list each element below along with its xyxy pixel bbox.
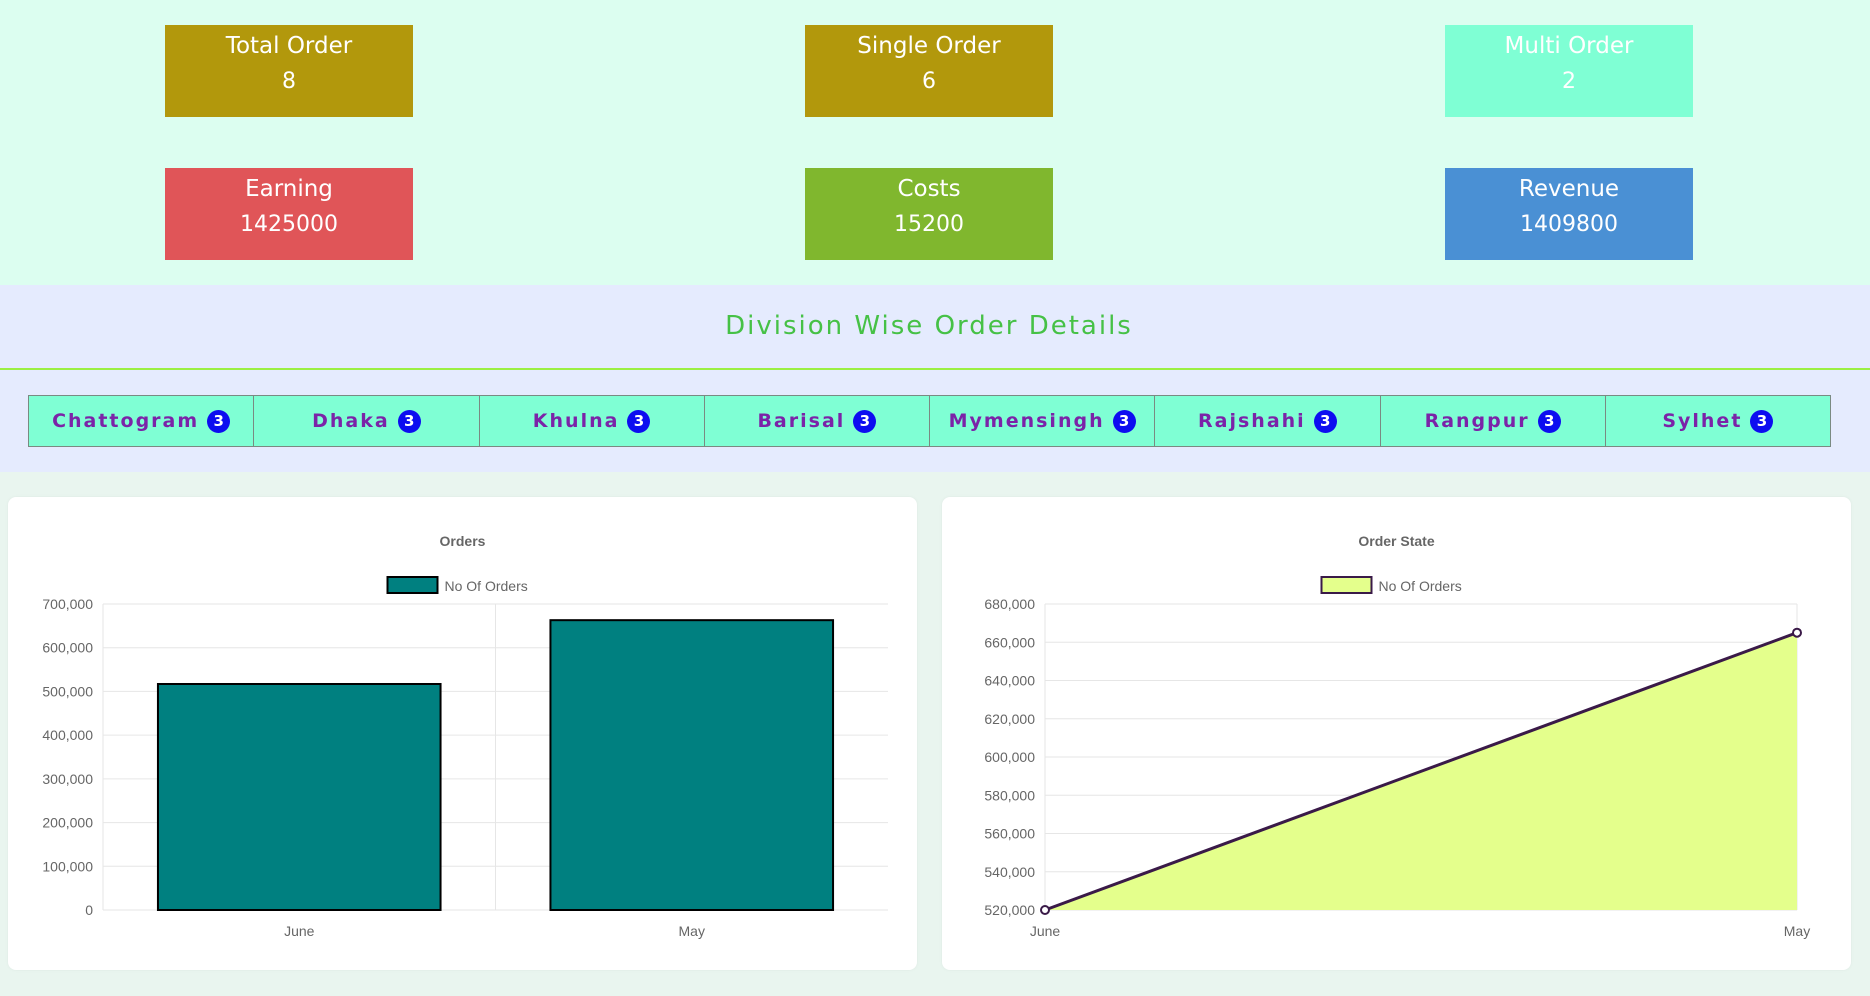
single-order-card: Single Order 6 [805, 25, 1053, 117]
card-title: Earning [245, 176, 333, 202]
legend-swatch [386, 576, 439, 594]
y-tick-label: 200,000 [42, 815, 93, 831]
y-tick-label: 500,000 [42, 683, 93, 699]
tab-chattogram[interactable]: Chattogram 3 [28, 395, 255, 447]
order-state-chart: Order State No Of Orders 520,000 540,000 560… [984, 533, 1810, 939]
x-tick-label: June [284, 923, 315, 939]
tab-rangpur[interactable]: Rangpur 3 [1379, 395, 1606, 447]
card-value: 2 [1562, 69, 1576, 94]
tab-sylhet[interactable]: Sylhet 3 [1604, 395, 1831, 447]
card-title: Revenue [1518, 176, 1620, 202]
x-tick-label: June [1030, 923, 1061, 939]
y-tick-label: 580,000 [984, 787, 1035, 803]
division-header: Division Wise Order Details [0, 285, 1870, 370]
card-value: 15200 [894, 212, 964, 237]
tab-khulna[interactable]: Khulna 3 [478, 395, 705, 447]
count-badge: 3 [1537, 409, 1561, 433]
orders-chart-panel: Orders No Of Orders 0 100,000 200,000 300,000… [8, 497, 917, 970]
count-badge: 3 [397, 409, 421, 433]
chart-title: Orders [440, 533, 486, 549]
card-value: 1409800 [1520, 212, 1618, 237]
tab-mymensingh[interactable]: Mymensingh 3 [929, 395, 1156, 447]
y-tick-label: 620,000 [984, 711, 1035, 727]
division-section: Division Wise Order Details Chattogram 3 … [0, 285, 1870, 472]
card-title: Single Order [857, 33, 1001, 59]
tab-dhaka[interactable]: Dhaka 3 [253, 395, 480, 447]
y-tick-label: 540,000 [984, 864, 1035, 880]
tab-label: Dhaka [312, 410, 390, 432]
tab-label: Khulna [532, 410, 620, 432]
y-tick-label: 600,000 [42, 640, 93, 656]
y-tick-label: 700,000 [42, 596, 93, 612]
tab-label: Barisal [757, 410, 846, 432]
card-value: 1425000 [240, 212, 338, 237]
x-tick-label: May [1784, 923, 1810, 939]
orders-chart: Orders No Of Orders 0 100,000 200,000 300,000… [42, 533, 888, 939]
earning-card: Earning 1425000 [165, 168, 413, 260]
tab-label: Chattogram [52, 410, 200, 432]
y-tick-label: 300,000 [42, 771, 93, 787]
revenue-card: Revenue 1409800 [1445, 168, 1693, 260]
bar [549, 619, 835, 911]
card-value: 8 [282, 69, 296, 94]
tab-label: Rangpur [1424, 410, 1530, 432]
count-badge: 3 [1313, 409, 1337, 433]
division-tabs: Chattogram 3 Dhaka 3 Khulna 3 Barisal 3 Myme… [28, 395, 1831, 447]
data-point [1792, 627, 1802, 638]
card-title: Multi Order [1504, 33, 1634, 59]
order-state-chart-panel: Order State No Of Orders 520,000 540,000 560… [942, 497, 1851, 970]
card-title: Costs [897, 176, 961, 202]
summary-section: Total Order 8 Single Order 6 Multi Order… [0, 0, 1870, 285]
y-tick-label: 400,000 [42, 727, 93, 743]
y-tick-label: 100,000 [42, 858, 93, 874]
count-badge: 3 [207, 409, 231, 433]
tab-label: Rajshahi [1198, 410, 1306, 432]
total-order-card: Total Order 8 [165, 25, 413, 117]
tab-barisal[interactable]: Barisal 3 [703, 395, 930, 447]
chart-title: Order State [1358, 533, 1434, 549]
y-tick-label: 0 [85, 902, 93, 918]
data-point [1040, 905, 1050, 915]
y-tick-label: 520,000 [984, 902, 1035, 918]
card-value: 6 [922, 69, 936, 94]
bar [156, 682, 442, 911]
y-tick-label: 660,000 [984, 634, 1035, 650]
x-tick-label: May [679, 923, 705, 939]
y-tick-label: 600,000 [984, 749, 1035, 765]
division-title: Division Wise Order Details [725, 311, 1133, 341]
count-badge: 3 [1750, 409, 1774, 433]
tab-label: Sylhet [1662, 410, 1743, 432]
multi-order-card: Multi Order 2 [1445, 25, 1693, 117]
legend-label: No Of Orders [445, 578, 528, 594]
legend-swatch [1320, 576, 1373, 594]
count-badge: 3 [853, 409, 877, 433]
card-title: Total Order [225, 33, 353, 59]
tab-rajshahi[interactable]: Rajshahi 3 [1154, 395, 1381, 447]
count-badge: 3 [1112, 409, 1136, 433]
y-tick-label: 680,000 [984, 596, 1035, 612]
count-badge: 3 [627, 409, 651, 433]
costs-card: Costs 15200 [805, 168, 1053, 260]
tab-label: Mymensingh [948, 410, 1105, 432]
legend-label: No Of Orders [1379, 578, 1462, 594]
y-tick-label: 560,000 [984, 826, 1035, 842]
y-tick-label: 640,000 [984, 673, 1035, 689]
